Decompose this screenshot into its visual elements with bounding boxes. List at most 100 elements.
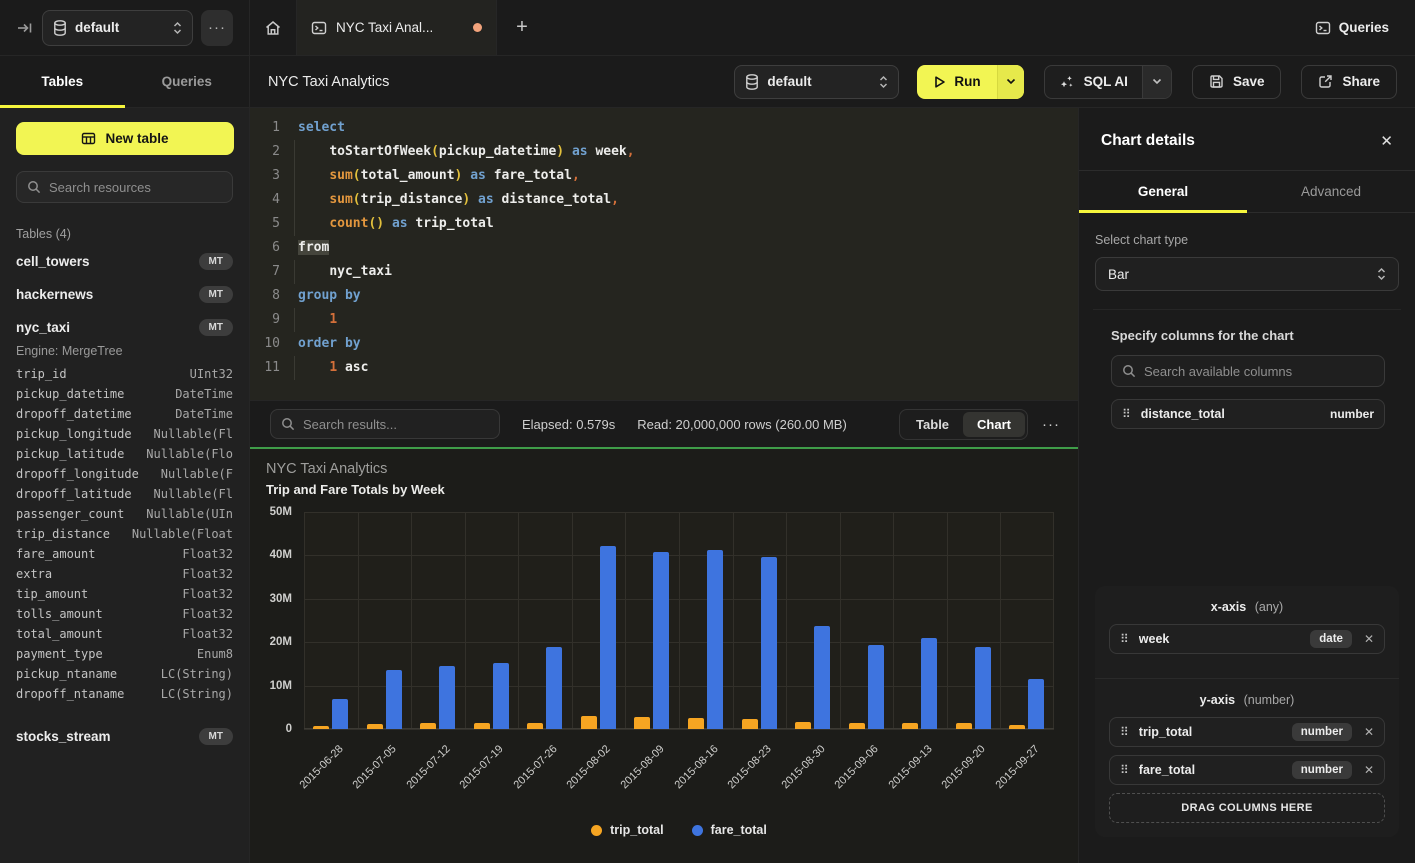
column-chip-fare_total[interactable]: ⠿fare_totalnumber✕: [1109, 755, 1385, 785]
legend-dot: [692, 825, 703, 836]
remove-column-icon[interactable]: ✕: [1364, 763, 1374, 777]
token: [298, 216, 329, 231]
home-button[interactable]: [250, 0, 297, 55]
column-chip-trip_total[interactable]: ⠿ trip_total number ✕: [1109, 717, 1385, 747]
code-tokens: 1: [280, 308, 337, 332]
bar-fare_total: [386, 670, 402, 729]
x-tick-label: 2015-07-05: [351, 743, 399, 791]
chart-type-select[interactable]: Bar: [1095, 257, 1399, 291]
bar-fare_total: [975, 647, 991, 729]
resource-search-input[interactable]: [49, 180, 225, 195]
column-type: Nullable(Fl: [154, 487, 233, 501]
columns-section-label: Specify columns for the chart: [1111, 328, 1399, 343]
engine-badge: MT: [199, 319, 233, 336]
y-tick-label: 40M: [270, 549, 292, 561]
gridline: [733, 512, 734, 729]
remove-column-icon[interactable]: ✕: [1364, 632, 1374, 646]
x-tick-label: 2015-06-28: [297, 743, 345, 791]
legend-dot: [591, 825, 602, 836]
column-name: fare_amount: [16, 547, 182, 561]
token: fare_total: [494, 168, 572, 183]
column-type: Float32: [182, 567, 233, 581]
share-button[interactable]: Share: [1301, 65, 1397, 99]
collapse-sidebar-button[interactable]: [16, 19, 34, 37]
tab-queries[interactable]: Queries: [125, 56, 250, 107]
new-tab-button[interactable]: +: [497, 0, 547, 55]
y-axis-items: ⠿trip_totalnumber✕⠿fare_totalnumber✕: [1109, 717, 1385, 785]
bar-fare_total: [868, 645, 884, 729]
save-button[interactable]: Save: [1192, 65, 1282, 99]
toggle-chart-view[interactable]: Chart: [963, 412, 1025, 437]
chart-title: NYC Taxi Analytics: [266, 461, 387, 477]
gridline: [304, 512, 305, 729]
legend-label: trip_total: [610, 823, 663, 837]
legend-item-fare_total[interactable]: fare_total: [692, 823, 767, 837]
x-axis-section: x-axis (any) ⠿weekdate✕: [1095, 586, 1399, 678]
close-icon[interactable]: ✕: [1380, 132, 1393, 150]
column-type: Nullable(UIn: [146, 507, 233, 521]
line-number: 7: [250, 260, 280, 284]
x-axis-hint: (any): [1255, 600, 1283, 614]
sidebar-tabs: Tables Queries: [0, 56, 250, 107]
new-table-button[interactable]: New table: [16, 122, 234, 155]
run-button[interactable]: Run: [917, 65, 1023, 99]
legend-item-trip_total[interactable]: trip_total: [591, 823, 663, 837]
drag-handle-icon[interactable]: ⠿: [1120, 632, 1129, 646]
query-database-selector[interactable]: default: [734, 65, 899, 99]
token: [298, 312, 329, 327]
drag-columns-dropzone[interactable]: DRAG COLUMNS HERE: [1109, 793, 1385, 823]
search-icon: [1122, 364, 1136, 378]
sql-ai-button[interactable]: SQL AI: [1044, 65, 1172, 99]
queries-button[interactable]: Queries: [1315, 20, 1389, 36]
code-tokens: group by: [280, 284, 361, 308]
database-selector[interactable]: default: [42, 10, 193, 46]
code-line: 7 nyc_taxi: [250, 260, 1078, 284]
tab-general[interactable]: General: [1079, 171, 1247, 212]
drag-handle-icon[interactable]: ⠿: [1120, 763, 1129, 777]
queries-terminal-icon: [1315, 20, 1331, 36]
column-chip-week[interactable]: ⠿weekdate✕: [1109, 624, 1385, 654]
token: [337, 360, 345, 375]
chart-details-header: Chart details ✕: [1079, 108, 1415, 171]
column-row: dropoff_latitudeNullable(Fl: [16, 484, 233, 504]
tab-advanced[interactable]: Advanced: [1247, 171, 1415, 212]
column-row: total_amountFloat32: [16, 624, 233, 644]
sidebar-item-cell_towers[interactable]: cell_towersMT: [16, 245, 233, 278]
code-line: 11 1 asc: [250, 356, 1078, 380]
chip-type-badge: number: [1292, 723, 1352, 741]
results-more-button[interactable]: ···: [1042, 416, 1060, 433]
results-search-input[interactable]: [303, 417, 489, 432]
column-name: tolls_amount: [16, 607, 182, 621]
sidebar-more-button[interactable]: ···: [201, 10, 233, 46]
search-icon: [27, 180, 41, 194]
chip-column-name: week: [1139, 632, 1300, 646]
y-tick-label: 20M: [270, 636, 292, 648]
query-tab-nyc-taxi-analytics[interactable]: NYC Taxi Anal...: [297, 0, 497, 55]
columns-search-input[interactable]: [1144, 364, 1374, 379]
line-number: 5: [250, 212, 280, 236]
token: ,: [611, 192, 619, 207]
remove-column-icon[interactable]: ✕: [1364, 725, 1374, 739]
drag-handle-icon[interactable]: ⠿: [1122, 407, 1131, 421]
column-row: dropoff_longitudeNullable(F: [16, 464, 233, 484]
sidebar-item-stocks_stream[interactable]: stocks_streamMT: [16, 720, 233, 753]
sidebar-item-hackernews[interactable]: hackernewsMT: [16, 278, 233, 311]
sql-ai-caret[interactable]: [1142, 66, 1171, 98]
column-chip-distance_total[interactable]: ⠿distance_totalnumber: [1111, 399, 1385, 429]
updown-chevron-icon: [173, 21, 182, 35]
sidebar-item-nyc_taxi[interactable]: nyc_taxiMT: [16, 311, 233, 344]
column-type: Float32: [182, 587, 233, 601]
token: 1: [329, 360, 337, 375]
bar-trip_total: [795, 722, 811, 729]
toggle-table-view[interactable]: Table: [902, 412, 963, 437]
chip-column-name: trip_total: [1139, 725, 1282, 739]
x-tick-label: 2015-09-13: [886, 743, 934, 791]
chip-column-name: fare_total: [1139, 763, 1282, 777]
sql-editor[interactable]: 1select2 toStartOfWeek(pickup_datetime) …: [250, 108, 1078, 400]
drag-handle-icon[interactable]: ⠿: [1120, 725, 1129, 739]
line-number: 2: [250, 140, 280, 164]
run-options-caret[interactable]: [997, 65, 1024, 99]
tab-tables[interactable]: Tables: [0, 56, 125, 107]
column-row: dropoff_ntanameLC(String): [16, 684, 233, 704]
code-tokens: nyc_taxi: [280, 260, 392, 284]
